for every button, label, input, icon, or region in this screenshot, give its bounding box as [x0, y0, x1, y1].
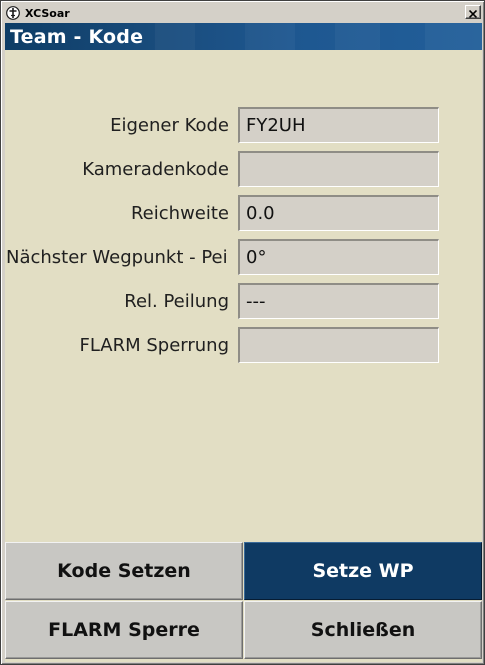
flarm-lock-label: FLARM Sperrung: [79, 334, 229, 356]
close-icon: [468, 3, 478, 22]
row-flarm-lock: FLARM Sperrung: [5, 327, 482, 363]
set-code-button[interactable]: Kode Setzen: [5, 542, 243, 600]
own-code-label: Eigener Kode: [110, 114, 229, 136]
set-waypoint-button[interactable]: Setze WP: [244, 542, 482, 600]
close-button[interactable]: Schließen: [244, 601, 482, 659]
window-title: XCSoar: [25, 6, 70, 20]
row-own-code: Eigener Kode FY2UH: [5, 107, 482, 143]
row-relative-bearing: Rel. Peilung ---: [5, 283, 482, 319]
flarm-lock-button[interactable]: FLARM Sperre: [5, 601, 243, 659]
relative-bearing-field[interactable]: ---: [238, 283, 439, 319]
next-waypoint-bearing-field[interactable]: 0°: [238, 239, 439, 275]
window-titlebar[interactable]: XCSoar: [4, 4, 483, 22]
row-buddy-code: Kameradenkode: [5, 151, 482, 187]
next-waypoint-bearing-label: Nächster Wegpunkt - Pei: [6, 246, 228, 268]
dialog-caption-bar: Team - Kode: [5, 23, 482, 50]
own-code-field[interactable]: FY2UH: [238, 107, 439, 143]
window-close-button[interactable]: [465, 5, 481, 19]
app-window: XCSoar Team - Kode Eigener Kode FY2UH Ka…: [0, 0, 485, 665]
range-field[interactable]: 0.0: [238, 195, 439, 231]
team-code-dialog: Team - Kode Eigener Kode FY2UH Kameraden…: [5, 23, 482, 662]
buddy-code-field[interactable]: [238, 151, 439, 187]
dialog-title: Team - Kode: [10, 25, 144, 48]
row-next-waypoint-bearing: Nächster Wegpunkt - Pei 0°: [5, 239, 482, 275]
buddy-code-label: Kameradenkode: [82, 158, 229, 180]
flarm-lock-field[interactable]: [238, 327, 439, 363]
xcsoar-app-icon: [5, 5, 21, 21]
relative-bearing-label: Rel. Peilung: [124, 290, 229, 312]
range-label: Reichweite: [130, 202, 229, 224]
row-range: Reichweite 0.0: [5, 195, 482, 231]
